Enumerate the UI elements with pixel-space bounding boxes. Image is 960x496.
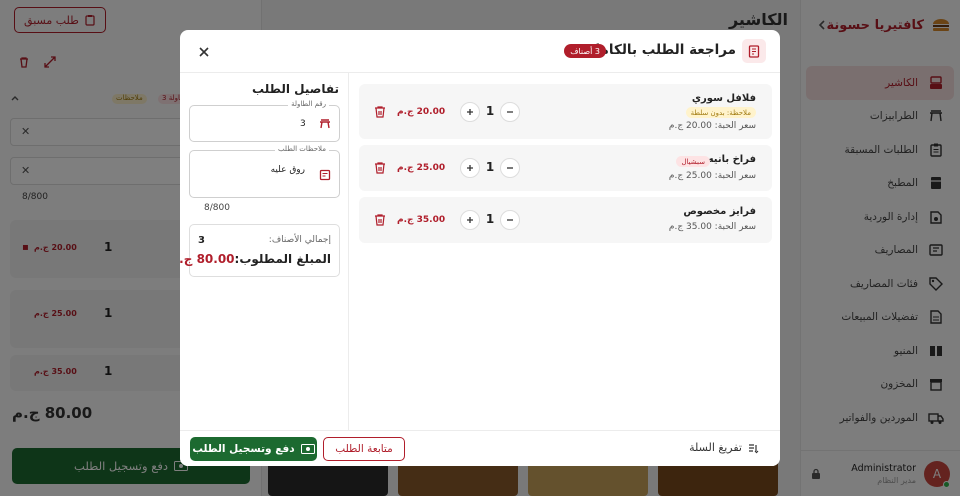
clear-cart-label: تفريغ السلة	[689, 441, 742, 454]
order-item: فلافل سوري ملاحظة: بدون سلطة سعر الحبة: …	[359, 84, 772, 139]
trash-icon[interactable]	[373, 213, 387, 227]
items-count-label: إجمالي الأصناف:	[268, 235, 331, 245]
item-unit-price: سعر الحبة: 35.00 ج.م	[668, 222, 756, 232]
item-note: ملاحظة: بدون سلطة	[685, 107, 756, 118]
item-total: 25.00 ج.م	[397, 163, 446, 173]
order-review-modal: مراجعة الطلب بالكامل 3 أصناف فلافل سوري …	[180, 30, 780, 466]
increase-qty-button[interactable]	[460, 158, 480, 178]
order-item: فراخ بانيه سبشيال سعر الحبة: 25.00 ج.م 1…	[359, 145, 772, 191]
trash-icon[interactable]	[373, 161, 387, 175]
items-count-badge: 3 أصناف	[564, 44, 606, 58]
increase-qty-button[interactable]	[460, 210, 480, 230]
amount-due: المبلغ المطلوب:80.00 ج.م	[180, 252, 331, 266]
trash-icon[interactable]	[373, 105, 387, 119]
table-number-label: رقم الطاولة	[288, 100, 329, 108]
item-qty: 1	[485, 160, 495, 174]
order-summary: إجمالي الأصناف: 3 المبلغ المطلوب:80.00 ج…	[180, 224, 340, 277]
clear-cart-button[interactable]: تفريغ السلة	[689, 441, 760, 454]
money-icon	[300, 444, 315, 454]
receipt-icon	[742, 39, 766, 63]
item-note: سبشيال	[676, 156, 710, 167]
items-count-value: 3	[198, 235, 205, 246]
item-qty: 1	[485, 104, 495, 118]
item-total: 20.00 ج.م	[397, 107, 446, 117]
table-icon	[320, 119, 330, 129]
order-items-panel: فلافل سوري ملاحظة: بدون سلطة سعر الحبة: …	[350, 73, 780, 430]
amount-due-value: 80.00 ج.م	[180, 252, 235, 266]
item-name: فلافل سوري	[691, 93, 756, 104]
order-notes-value: روق عليه	[270, 165, 305, 175]
increase-qty-button[interactable]	[460, 102, 480, 122]
order-notes-field[interactable]: ملاحظات الطلب روق عليه	[189, 145, 340, 198]
item-name: فرايز مخصوص	[683, 206, 756, 217]
amount-due-label: المبلغ المطلوب:	[234, 252, 331, 266]
item-unit-price: سعر الحبة: 20.00 ج.م	[668, 121, 756, 131]
order-details-panel: تفاصيل الطلب رقم الطاولة 3 ملاحظات الطلب…	[180, 73, 349, 430]
close-icon[interactable]	[196, 44, 212, 60]
decrease-qty-button[interactable]	[500, 102, 520, 122]
modal-footer: تفريغ السلة متابعة الطلب دفع وتسجيل الطل…	[180, 430, 780, 466]
item-total: 35.00 ج.م	[397, 215, 446, 225]
decrease-qty-button[interactable]	[500, 210, 520, 230]
table-number-value: 3	[300, 119, 306, 129]
modal-title: مراجعة الطلب بالكامل	[588, 42, 736, 58]
table-number-field[interactable]: رقم الطاولة 3	[189, 100, 340, 142]
item-qty: 1	[485, 212, 495, 226]
item-unit-price: سعر الحبة: 25.00 ج.م	[668, 171, 756, 181]
order-item: فرايز مخصوص سعر الحبة: 35.00 ج.م 1 35.00…	[359, 197, 772, 243]
order-notes-label: ملاحظات الطلب	[275, 145, 329, 153]
notes-char-count: 8/800	[204, 203, 230, 213]
note-icon	[319, 169, 331, 181]
decrease-qty-button[interactable]	[500, 158, 520, 178]
clear-list-icon	[749, 443, 759, 453]
pay-and-submit-button[interactable]: دفع وتسجيل الطلب	[190, 437, 317, 461]
modal-header: مراجعة الطلب بالكامل 3 أصناف	[180, 30, 780, 73]
item-name: فراخ بانيه	[707, 154, 756, 165]
pay-and-submit-label: دفع وتسجيل الطلب	[192, 443, 295, 455]
continue-order-button[interactable]: متابعة الطلب	[323, 437, 405, 461]
details-title: تفاصيل الطلب	[252, 82, 339, 96]
